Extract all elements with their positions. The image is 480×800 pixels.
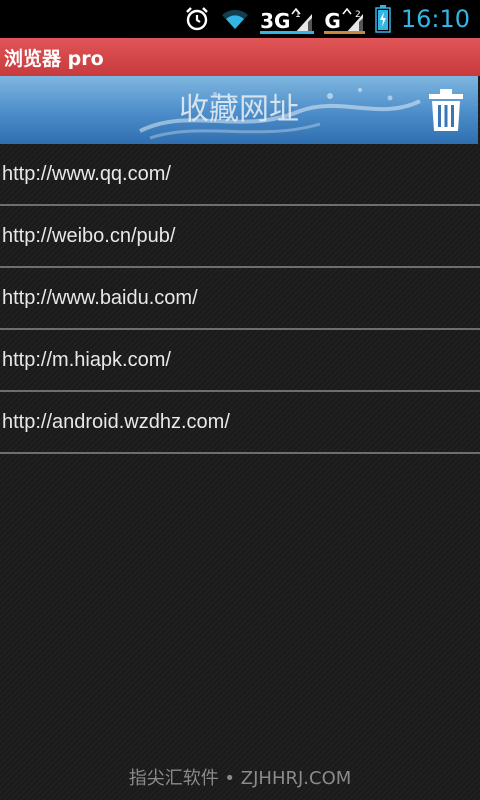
bookmarks-header: 收藏网址 — [0, 76, 478, 144]
network-3g: 3G 1 — [260, 4, 315, 34]
bookmark-url: http://android.wzdhz.com/ — [2, 410, 230, 433]
bookmark-url: http://m.hiapk.com/ — [2, 348, 171, 371]
network-g-underline — [324, 31, 365, 34]
wifi-icon — [220, 4, 250, 34]
clock: 16:10 — [400, 5, 470, 33]
bookmark-url: http://www.qq.com/ — [2, 162, 171, 185]
battery-icon — [375, 4, 391, 34]
bookmark-item[interactable]: http://android.wzdhz.com/ — [0, 392, 480, 454]
bookmarks-title: 收藏网址 — [179, 92, 299, 127]
status-bar: 3G 1 G 2 16:10 — [0, 0, 480, 38]
app-title: 浏览器 pro — [4, 47, 104, 70]
bookmark-item[interactable]: http://www.baidu.com/ — [0, 268, 480, 330]
bookmark-item[interactable]: http://www.qq.com/ — [0, 144, 480, 206]
bookmark-url: http://weibo.cn/pub/ — [2, 224, 176, 247]
bookmark-url: http://www.baidu.com/ — [2, 286, 198, 309]
trash-icon[interactable] — [426, 88, 466, 132]
bookmark-item[interactable]: http://weibo.cn/pub/ — [0, 206, 480, 268]
app-title-bar: 浏览器 pro — [0, 38, 480, 76]
bookmark-list: http://www.qq.com/ http://weibo.cn/pub/ … — [0, 144, 480, 454]
bookmark-item[interactable]: http://m.hiapk.com/ — [0, 330, 480, 392]
alarm-icon — [184, 4, 210, 34]
network-3g-underline — [260, 31, 315, 34]
network-g: G 2 — [324, 4, 365, 34]
watermark: 指尖汇软件 • ZJHHRJ.COM — [128, 768, 352, 789]
